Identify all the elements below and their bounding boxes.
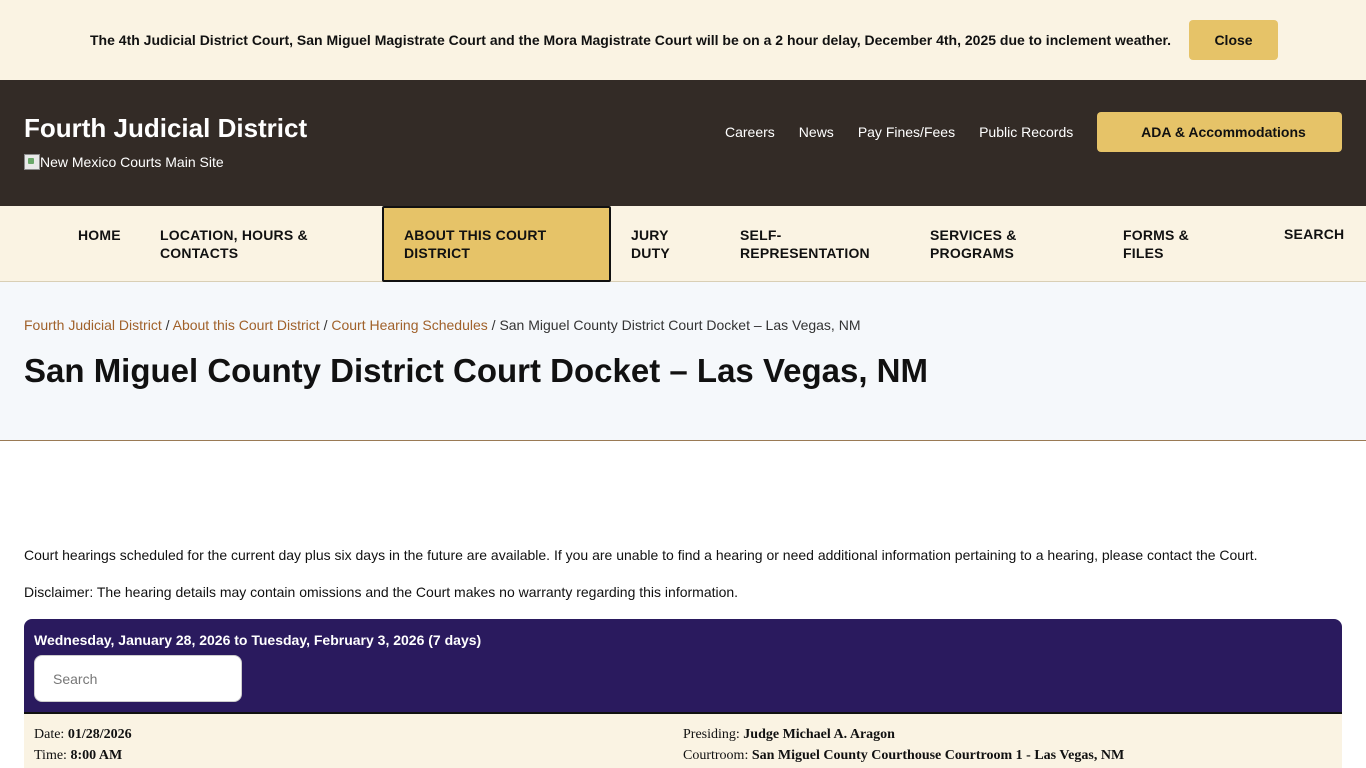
nav-item-forms-files[interactable]: FORMS & FILES: [1123, 226, 1213, 262]
intro-text: Court hearings scheduled for the current…: [24, 547, 1258, 563]
breadcrumb: Fourth Judicial District / About this Co…: [24, 317, 860, 333]
close-alert-button[interactable]: Close: [1189, 20, 1278, 60]
docket-header: Wednesday, January 28, 2026 to Tuesday, …: [24, 619, 1342, 714]
nav-item-self-representation[interactable]: SELF-REPRESENTATION: [740, 226, 890, 262]
alert-banner: The 4th Judicial District Court, San Mig…: [0, 0, 1366, 80]
site-title[interactable]: Fourth Judicial District: [24, 113, 307, 144]
entry-courtroom-label: Courtroom:: [683, 748, 752, 763]
entry-courtroom: Courtroom: San Miguel County Courthouse …: [683, 748, 1124, 764]
nav-item-about-court-district[interactable]: ABOUT THIS COURT DISTRICT: [404, 226, 584, 262]
entry-time: Time: 8:00 AM: [34, 748, 122, 764]
nav-item-home[interactable]: HOME: [78, 226, 121, 244]
docket-panel: Wednesday, January 28, 2026 to Tuesday, …: [24, 619, 1342, 768]
breadcrumb-separator: /: [165, 317, 173, 333]
entry-presiding-label: Presiding:: [683, 727, 744, 742]
docket-entry: Date: 01/28/2026 Time: 8:00 AM Presiding…: [24, 714, 1342, 768]
entry-time-label: Time:: [34, 748, 71, 763]
pay-fines-link[interactable]: Pay Fines/Fees: [858, 124, 955, 140]
main-site-alt-text: New Mexico Courts Main Site: [40, 154, 224, 170]
broken-image-icon: [24, 154, 40, 170]
main-site-link[interactable]: New Mexico Courts Main Site: [24, 154, 224, 170]
date-range: Wednesday, January 28, 2026 to Tuesday, …: [34, 632, 482, 648]
ada-accommodations-button[interactable]: ADA & Accommodations: [1097, 112, 1342, 152]
entry-courtroom-value: San Miguel County Courthouse Courtroom 1…: [751, 748, 1125, 763]
breadcrumb-link-about[interactable]: About this Court District: [173, 317, 320, 333]
entry-date-label: Date:: [34, 727, 68, 742]
page-title: San Miguel County District Court Docket …: [24, 352, 929, 389]
disclaimer-text: Disclaimer: The hearing details may cont…: [24, 584, 739, 600]
breadcrumb-link-schedules[interactable]: Court Hearing Schedules: [331, 317, 487, 333]
nav-item-services-programs[interactable]: SERVICES & PROGRAMS: [930, 226, 1050, 262]
public-records-link[interactable]: Public Records: [979, 124, 1073, 140]
careers-link[interactable]: Careers: [725, 124, 775, 140]
utility-nav: Careers News Pay Fines/Fees Public Recor…: [725, 124, 1097, 140]
nav-item-location-hours-contacts[interactable]: LOCATION, HOURS & CONTACTS: [160, 226, 330, 262]
main-nav: HOME LOCATION, HOURS & CONTACTS ABOUT TH…: [0, 206, 1366, 282]
entry-presiding-value: Judge Michael A. Aragon: [743, 727, 895, 742]
entry-date-value: 01/28/2026: [67, 727, 132, 742]
site-header: Fourth Judicial District New Mexico Cour…: [0, 80, 1366, 206]
nav-item-jury-duty[interactable]: JURY DUTY: [631, 226, 691, 262]
entry-time-value: 8:00 AM: [70, 748, 123, 763]
nav-item-about-active[interactable]: ABOUT THIS COURT DISTRICT: [382, 206, 611, 282]
breadcrumb-current: San Miguel County District Court Docket …: [499, 317, 861, 333]
page-header: Fourth Judicial District / About this Co…: [0, 282, 1366, 441]
entry-date: Date: 01/28/2026: [34, 727, 132, 743]
breadcrumb-link-home[interactable]: Fourth Judicial District: [24, 317, 162, 333]
news-link[interactable]: News: [799, 124, 834, 140]
nav-item-search[interactable]: SEARCH: [1284, 225, 1344, 243]
entry-presiding: Presiding: Judge Michael A. Aragon: [683, 727, 895, 743]
alert-text: The 4th Judicial District Court, San Mig…: [90, 32, 1172, 48]
docket-search-input[interactable]: [34, 655, 242, 702]
